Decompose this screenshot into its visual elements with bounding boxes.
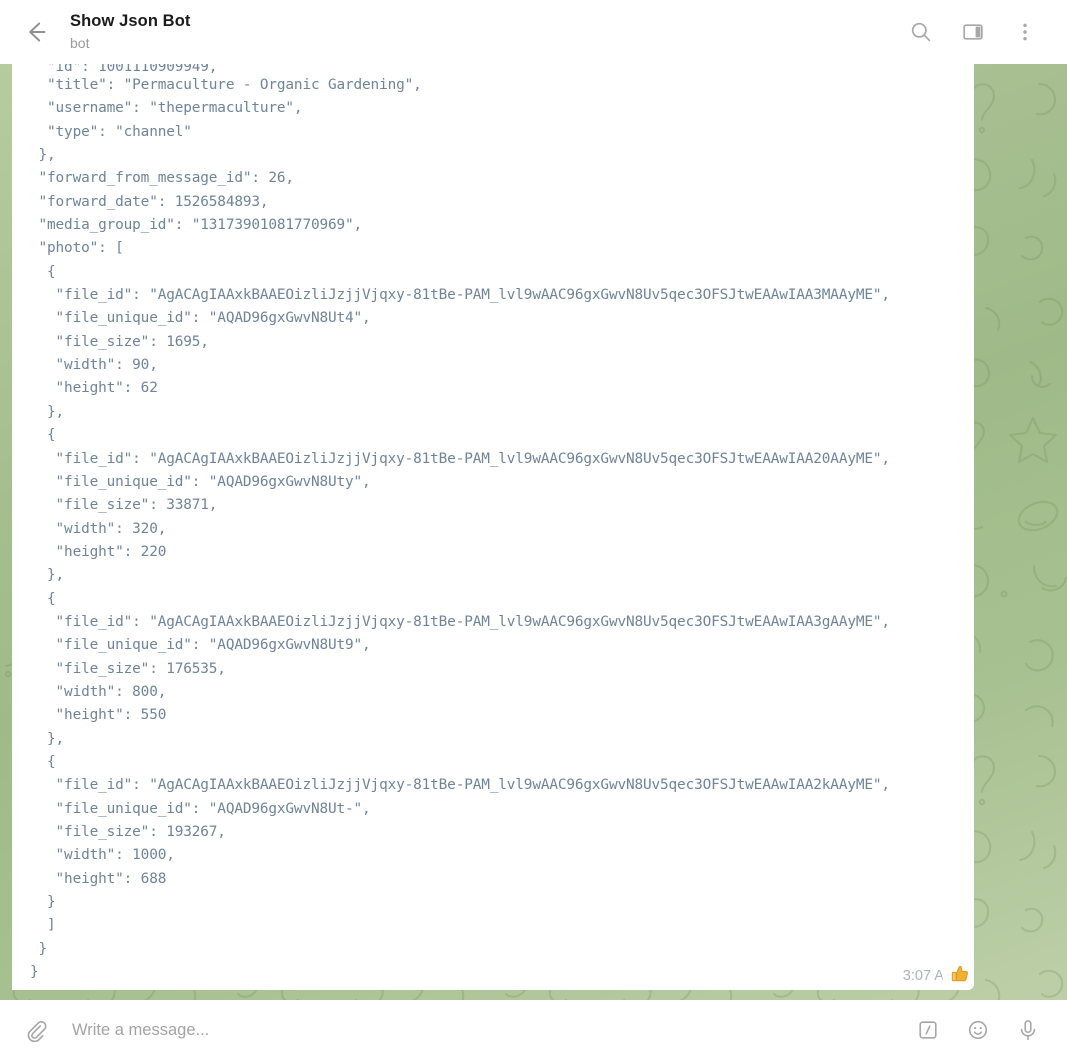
composer-actions (907, 1009, 1049, 1051)
slash-command-button[interactable] (907, 1009, 949, 1051)
json-line: "height": 550 (30, 704, 960, 727)
json-payload: "id": 1001110909949, "title": "Permacult… (12, 64, 974, 984)
telegram-chat-window: Show Json Bot bot (0, 0, 1067, 1060)
paperclip-icon (23, 1018, 47, 1042)
json-line: "type": "channel" (30, 121, 960, 144)
json-line: "forward_date": 1526584893, (30, 191, 960, 214)
panel-toggle-button[interactable] (951, 10, 995, 54)
more-menu-button[interactable] (1003, 10, 1047, 54)
back-arrow-icon (23, 19, 49, 45)
json-line: "file_unique_id": "AQAD96gxGwvN8Ut-", (30, 798, 960, 821)
json-line: "width": 90, (30, 354, 960, 377)
json-line: { (30, 261, 960, 284)
json-line: "file_size": 1695, (30, 331, 960, 354)
microphone-button[interactable] (1007, 1009, 1049, 1051)
json-line: "media_group_id": "13173901081770969", (30, 214, 960, 237)
panel-toggle-icon (961, 20, 985, 44)
json-line: } (30, 891, 960, 914)
emoji-icon (966, 1018, 990, 1042)
json-line: "file_id": "AgACAgIAAxkBAAEOizliJzjjVjqx… (30, 448, 960, 471)
json-line: "file_unique_id": "AQAD96gxGwvN8Ut9", (30, 634, 960, 657)
microphone-icon (1016, 1018, 1040, 1042)
json-line: "file_size": 193267, (30, 821, 960, 844)
json-line: "forward_from_message_id": 26, (30, 167, 960, 190)
emoji-button[interactable] (957, 1009, 999, 1051)
json-line: "file_id": "AgACAgIAAxkBAAEOizliJzjjVjqx… (30, 774, 960, 797)
json-line: }, (30, 564, 960, 587)
json-line: "file_unique_id": "AQAD96gxGwvN8Ut4", (30, 307, 960, 330)
json-line: "file_size": 176535, (30, 658, 960, 681)
json-line: } (30, 961, 960, 984)
json-line: { (30, 588, 960, 611)
json-line: "file_unique_id": "AQAD96gxGwvN8Uty", (30, 471, 960, 494)
attach-button[interactable] (14, 1009, 56, 1051)
search-icon (909, 20, 933, 44)
chat-title-block[interactable]: Show Json Bot bot (70, 11, 899, 53)
json-line: "height": 688 (30, 868, 960, 891)
json-line: "photo": [ (30, 237, 960, 260)
json-line: "file_id": "AgACAgIAAxkBAAEOizliJzjjVjqx… (30, 284, 960, 307)
message-input[interactable] (56, 1009, 907, 1051)
json-line: "width": 1000, (30, 844, 960, 867)
json-line: "height": 220 (30, 541, 960, 564)
json-line: { (30, 751, 960, 774)
back-button[interactable] (14, 10, 58, 54)
header-actions (899, 10, 1047, 54)
json-line: "title": "Permaculture - Organic Gardeni… (30, 74, 960, 97)
json-line: ] (30, 914, 960, 937)
thumbs-up-reaction-button[interactable] (942, 956, 974, 990)
message-bubble[interactable]: "id": 1001110909949, "title": "Permacult… (12, 64, 974, 990)
search-button[interactable] (899, 10, 943, 54)
json-line: }, (30, 401, 960, 424)
json-line: { (30, 424, 960, 447)
json-line: "width": 320, (30, 518, 960, 541)
chat-message-area[interactable]: "id": 1001110909949, "title": "Permacult… (0, 64, 1067, 1000)
thumbs-up-icon (949, 963, 971, 985)
json-line: "height": 62 (30, 377, 960, 400)
json-line: "file_id": "AgACAgIAAxkBAAEOizliJzjjVjqx… (30, 611, 960, 634)
chat-title: Show Json Bot (70, 11, 899, 32)
message-composer (0, 1000, 1067, 1060)
json-line: }, (30, 144, 960, 167)
json-line: "username": "thepermaculture", (30, 97, 960, 120)
slash-command-icon (916, 1018, 940, 1042)
json-line: "file_size": 33871, (30, 494, 960, 517)
chat-subtitle: bot (70, 34, 899, 53)
json-line: }, (30, 728, 960, 751)
json-line: "id": 1001110909949, (30, 64, 960, 74)
message-row: "id": 1001110909949, "title": "Permacult… (0, 64, 1067, 1000)
chat-header: Show Json Bot bot (0, 0, 1067, 64)
json-line: "width": 800, (30, 681, 960, 704)
more-menu-icon (1013, 20, 1037, 44)
json-line: } (30, 938, 960, 961)
